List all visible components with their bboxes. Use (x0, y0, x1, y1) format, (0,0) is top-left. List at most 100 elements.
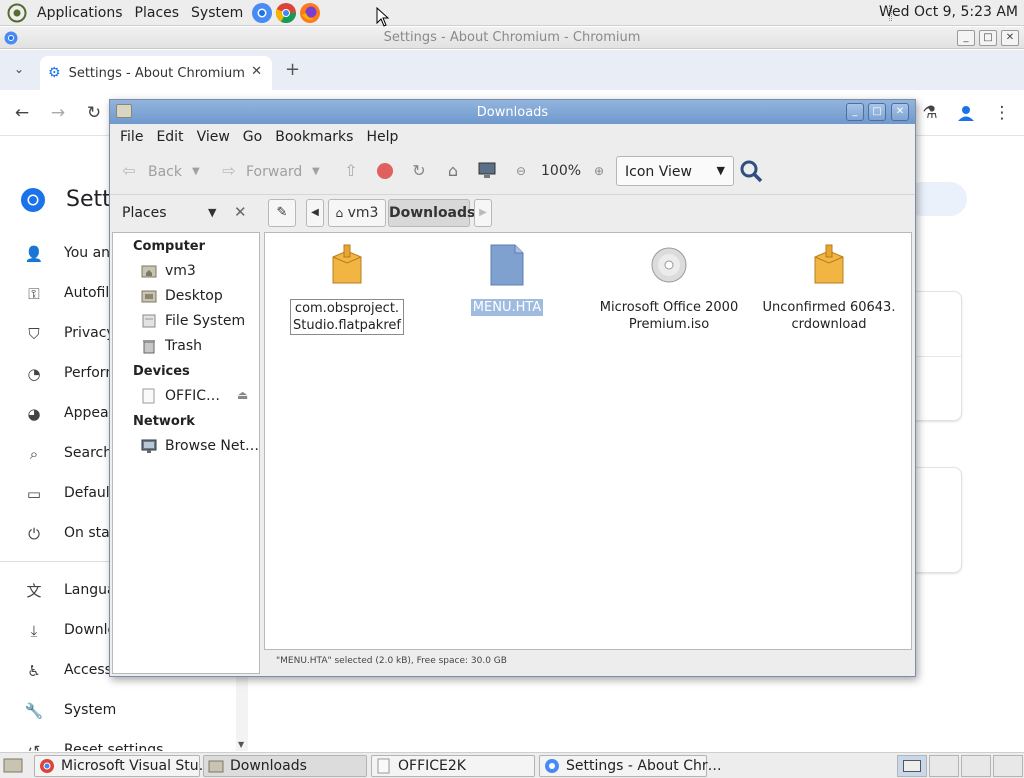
places-heading-devices: Devices (133, 364, 190, 379)
back-arrow-icon[interactable]: ← (12, 103, 32, 123)
computer-icon[interactable] (476, 160, 498, 182)
menu-go[interactable]: Go (243, 129, 262, 145)
search-icon: ⌕ (29, 445, 39, 463)
breadcrumb-downloads[interactable]: Downloads (388, 199, 475, 227)
profile-avatar-icon[interactable] (956, 103, 976, 123)
file-item-unconfirmed-crdownload[interactable]: Unconfirmed 60643. crdownload (749, 243, 909, 343)
minimize-button[interactable]: _ (957, 30, 975, 46)
optical-drive-icon (142, 388, 155, 404)
document-icon (490, 244, 524, 286)
workspace-4[interactable] (993, 755, 1023, 777)
forward-button[interactable]: Forward (246, 164, 302, 180)
dropdown-arrow-icon: ▼ (716, 164, 725, 177)
sidebar-mode-arrow-icon[interactable]: ▼ (208, 206, 216, 219)
task-office2k[interactable]: OFFICE2K (371, 755, 535, 777)
task-visual-studio[interactable]: Microsoft Visual Stu… (34, 755, 213, 777)
file-item-menu-hta[interactable]: MENU.HTA (427, 243, 587, 343)
close-button[interactable]: ✕ (1001, 30, 1019, 46)
menu-file[interactable]: File (120, 129, 143, 145)
home-folder-icon (141, 265, 157, 278)
bottom-taskbar: Microsoft Visual Stu… Downloads OFFICE2K… (0, 752, 1024, 778)
menu-help[interactable]: Help (366, 129, 398, 145)
fm-location-bar: Places ▼ ✕ ✎ ◀ ⌂ vm3 Downloads ▶ (110, 194, 915, 230)
menu-edit[interactable]: Edit (156, 129, 183, 145)
edit-location-button[interactable]: ✎ (268, 199, 296, 227)
system-menu[interactable]: System (189, 3, 245, 23)
tab-search-icon[interactable]: ⌄ (14, 62, 24, 76)
place-desktop[interactable]: Desktop (141, 286, 257, 308)
file-item-obs-flatpakref[interactable]: com.obsproject. Studio.flatpakref (267, 243, 427, 343)
menu-bookmarks[interactable]: Bookmarks (275, 129, 353, 145)
stop-icon[interactable] (374, 160, 396, 182)
labs-flask-icon[interactable]: ⚗ (920, 103, 940, 123)
places-menu[interactable]: Places (133, 3, 182, 23)
task-downloads[interactable]: Downloads (203, 755, 367, 777)
workspace-3[interactable] (961, 755, 991, 777)
file-icon-view: com.obsproject. Studio.flatpakref MENU.HT… (264, 232, 912, 650)
places-heading-network: Network (133, 414, 195, 429)
panel-clock[interactable]: Wed Oct 9, 5:23 AM (879, 4, 1018, 20)
nav-system[interactable]: 🔧 System (0, 691, 248, 731)
tab-close-icon[interactable]: ✕ (251, 64, 262, 79)
accessibility-icon: ♿ (27, 662, 41, 680)
up-icon[interactable]: ⇧ (340, 160, 362, 182)
home-icon[interactable]: ⌂ (442, 160, 464, 182)
place-office-disc[interactable]: OFFIC… ⏏ (141, 386, 257, 408)
view-mode-select[interactable]: Icon View ▼ (616, 156, 734, 186)
breadcrumb-right-arrow[interactable]: ▶ (474, 199, 492, 227)
eject-icon[interactable]: ⏏ (237, 388, 248, 402)
tab-label: Settings - About Chromium (68, 65, 245, 81)
workspace-2[interactable] (929, 755, 959, 777)
new-tab-button[interactable]: + (285, 59, 300, 80)
chromium-launcher-icon[interactable] (251, 2, 273, 24)
speedometer-icon: ◔ (27, 365, 41, 383)
downloads-titlebar[interactable]: Downloads _ □ ✕ (110, 100, 915, 124)
back-icon[interactable]: ⇦ (118, 160, 140, 182)
firefox-launcher-icon[interactable] (299, 2, 321, 24)
zoom-out-icon[interactable]: ⊖ (510, 160, 532, 182)
workspace-1[interactable] (897, 755, 927, 777)
search-magnifier-icon[interactable] (738, 158, 764, 184)
chromium-settings-logo-icon (21, 188, 45, 212)
reload-icon[interactable]: ↻ (84, 103, 104, 123)
fm-maximize-button[interactable]: □ (868, 103, 886, 121)
reload-icon[interactable]: ↻ (408, 160, 430, 182)
applications-menu[interactable]: Applications (35, 3, 125, 23)
right-arrow-icon: ▶ (479, 207, 487, 218)
browser-menu-icon[interactable]: ⋮ (992, 103, 1012, 123)
tab-settings-about[interactable]: ⚙ Settings - About Chromium ✕ (40, 56, 272, 90)
breadcrumb-left-arrow[interactable]: ◀ (306, 199, 324, 227)
downloads-window: Downloads _ □ ✕ File Edit View Go Bookma… (109, 99, 916, 677)
breadcrumb-vm3[interactable]: ⌂ vm3 (328, 199, 386, 227)
show-desktop-icon[interactable] (3, 757, 23, 775)
place-trash[interactable]: Trash (141, 336, 257, 358)
menu-view[interactable]: View (197, 129, 230, 145)
mouse-cursor-icon (376, 7, 390, 27)
zoom-in-icon[interactable]: ⊕ (588, 160, 610, 182)
nav-reset-settings[interactable]: ↺ Reset settings (0, 731, 248, 751)
chrome-launcher-icon[interactable] (275, 2, 297, 24)
sidebar-close-icon[interactable]: ✕ (234, 203, 247, 221)
fm-minimize-button[interactable]: _ (846, 103, 864, 121)
fm-toolbar: ⇦ Back ▼ ⇨ Forward ▼ ⇧ ↻ ⌂ ⊖ 100% ⊕ Icon… (110, 152, 915, 192)
power-icon: ⏻ (28, 525, 40, 543)
forward-icon[interactable]: ⇨ (218, 160, 240, 182)
forward-arrow-icon[interactable]: → (48, 103, 68, 123)
back-history-arrow-icon[interactable]: ▼ (192, 166, 200, 177)
chromium-titlebar[interactable]: Settings - About Chromium - Chromium _ □… (0, 27, 1024, 49)
zoom-level[interactable]: 100% (541, 163, 581, 179)
distro-logo-icon[interactable] (7, 3, 27, 23)
place-vm3[interactable]: vm3 (141, 261, 257, 283)
task-settings-chromium[interactable]: Settings - About Chr… (539, 755, 722, 777)
top-panel: Applications Places System Wed Oct 9, 5:… (0, 0, 1024, 27)
scroll-down-arrow-icon[interactable]: ▼ (238, 740, 244, 749)
maximize-button[interactable]: □ (979, 30, 997, 46)
sidebar-mode-select[interactable]: Places (122, 205, 167, 221)
fm-close-button[interactable]: ✕ (891, 103, 909, 121)
place-browse-network[interactable]: Browse Net… (141, 436, 259, 458)
file-item-office-iso[interactable]: Microsoft Office 2000 Premium.iso (589, 243, 749, 343)
downloads-window-title: Downloads (476, 105, 549, 120)
forward-history-arrow-icon[interactable]: ▼ (312, 166, 320, 177)
back-button[interactable]: Back (148, 164, 182, 180)
place-file-system[interactable]: File System (141, 311, 257, 333)
